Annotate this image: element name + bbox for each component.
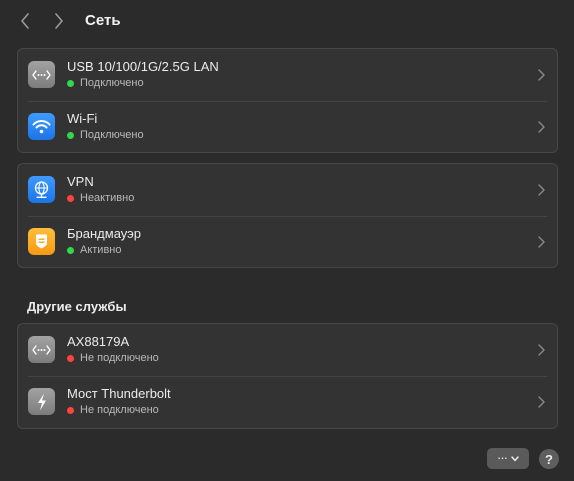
security-group: VPN Неактивно Брандмауэр Активно xyxy=(17,163,558,268)
chevron-right-icon xyxy=(538,344,545,356)
service-name: USB 10/100/1G/2.5G LAN xyxy=(67,59,219,74)
status-text: Не подключено xyxy=(80,404,159,416)
other-services-group: AX88179A Не подключено Мост Thunderbolt … xyxy=(17,323,558,429)
back-button[interactable] xyxy=(14,10,36,32)
status-dot xyxy=(67,247,74,254)
ellipsis-icon: ··· xyxy=(497,449,508,465)
status-dot xyxy=(67,355,74,362)
service-name: Wi-Fi xyxy=(67,111,98,126)
chevron-right-icon xyxy=(538,236,545,248)
help-button[interactable]: ? xyxy=(539,449,559,469)
globe-icon xyxy=(28,176,55,203)
service-row-wifi[interactable]: Wi-Fi Подключено xyxy=(18,101,557,152)
service-name: Мост Thunderbolt xyxy=(67,386,171,401)
status-dot xyxy=(67,195,74,202)
connections-group: USB 10/100/1G/2.5G LAN Подключено Wi-Fi … xyxy=(17,48,558,153)
service-row-usb-lan[interactable]: USB 10/100/1G/2.5G LAN Подключено xyxy=(18,49,557,101)
thunderbolt-icon xyxy=(28,388,55,415)
status-dot xyxy=(67,80,74,87)
chevron-right-icon xyxy=(55,13,63,29)
chevron-right-icon xyxy=(538,396,545,408)
chevron-right-icon xyxy=(538,69,545,81)
page-title: Сеть xyxy=(85,12,121,29)
status-text: Подключено xyxy=(80,129,144,141)
more-actions-popup-button[interactable]: ··· xyxy=(487,448,529,469)
service-row-thunderbolt-bridge[interactable]: Мост Thunderbolt Не подключено xyxy=(18,376,557,428)
other-services-heading: Другие службы xyxy=(27,299,127,314)
firewall-shield-icon xyxy=(28,228,55,255)
service-row-ax88179a[interactable]: AX88179A Не подключено xyxy=(18,324,557,376)
chevron-right-icon xyxy=(538,184,545,196)
status-dot xyxy=(67,132,74,139)
chevron-right-icon xyxy=(538,121,545,133)
status-text: Не подключено xyxy=(80,352,159,364)
service-name: VPN xyxy=(67,174,94,189)
toolbar: Сеть xyxy=(0,0,574,42)
status-text: Активно xyxy=(80,244,122,256)
service-name: Брандмауэр xyxy=(67,226,141,241)
ethernet-icon xyxy=(28,336,55,363)
status-text: Неактивно xyxy=(80,192,135,204)
service-row-vpn[interactable]: VPN Неактивно xyxy=(18,164,557,216)
chevron-down-icon xyxy=(511,455,519,461)
status-text: Подключено xyxy=(80,77,144,89)
forward-button[interactable] xyxy=(48,10,70,32)
ethernet-icon xyxy=(28,61,55,88)
service-name: AX88179A xyxy=(67,334,130,349)
status-dot xyxy=(67,407,74,414)
service-row-firewall[interactable]: Брандмауэр Активно xyxy=(18,216,557,267)
chevron-left-icon xyxy=(21,13,29,29)
wifi-icon xyxy=(28,113,55,140)
